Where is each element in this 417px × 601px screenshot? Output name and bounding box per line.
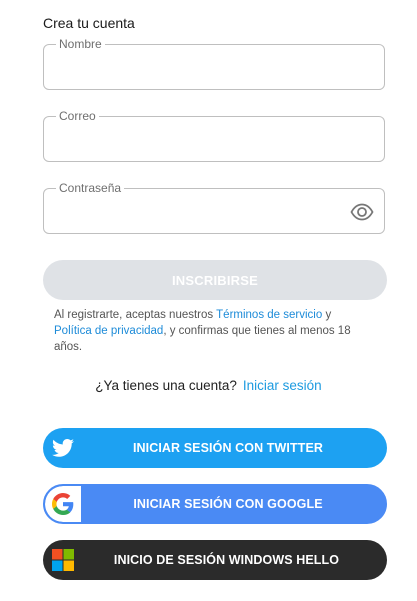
google-login-button[interactable]: INICIAR SESIÓN CON GOOGLE: [43, 484, 387, 524]
email-input[interactable]: [56, 129, 372, 153]
legal-middle: y: [322, 309, 332, 321]
password-field[interactable]: Contraseña: [43, 180, 385, 234]
google-g-icon: [45, 486, 81, 522]
eye-icon[interactable]: [350, 200, 374, 224]
twitter-login-button[interactable]: INICIAR SESIÓN CON TWITTER: [43, 428, 387, 468]
legal-notice: Al registrarte, aceptas nuestros Término…: [54, 307, 372, 355]
signup-button[interactable]: INSCRIBIRSE: [43, 260, 387, 300]
password-field-label: Contraseña: [56, 180, 125, 196]
email-field-label: Correo: [56, 108, 99, 124]
windows-hello-login-label: INICIO DE SESIÓN WINDOWS HELLO: [113, 553, 340, 567]
name-field[interactable]: Nombre: [43, 36, 385, 90]
name-input[interactable]: [56, 57, 372, 81]
name-field-label: Nombre: [56, 36, 105, 52]
google-login-label: INICIAR SESIÓN CON GOOGLE: [133, 497, 323, 511]
legal-prefix: Al registrarte, aceptas nuestros: [54, 309, 217, 321]
password-input[interactable]: [56, 201, 340, 225]
email-field[interactable]: Correo: [43, 108, 385, 162]
twitter-login-label: INICIAR SESIÓN CON TWITTER: [132, 441, 324, 455]
terms-link[interactable]: Términos de servicio: [216, 309, 322, 321]
signup-page: Crea tu cuenta Nombre Correo Contraseña …: [0, 0, 417, 601]
page-title: Crea tu cuenta: [43, 15, 135, 31]
privacy-link[interactable]: Política de privacidad: [54, 325, 163, 337]
windows-hello-login-button[interactable]: INICIO DE SESIÓN WINDOWS HELLO: [43, 540, 387, 580]
have-account-question: ¿Ya tienes una cuenta?: [95, 378, 237, 393]
have-account-row: ¿Ya tienes una cuenta? Iniciar sesión: [0, 378, 417, 393]
login-link[interactable]: Iniciar sesión: [243, 378, 322, 393]
